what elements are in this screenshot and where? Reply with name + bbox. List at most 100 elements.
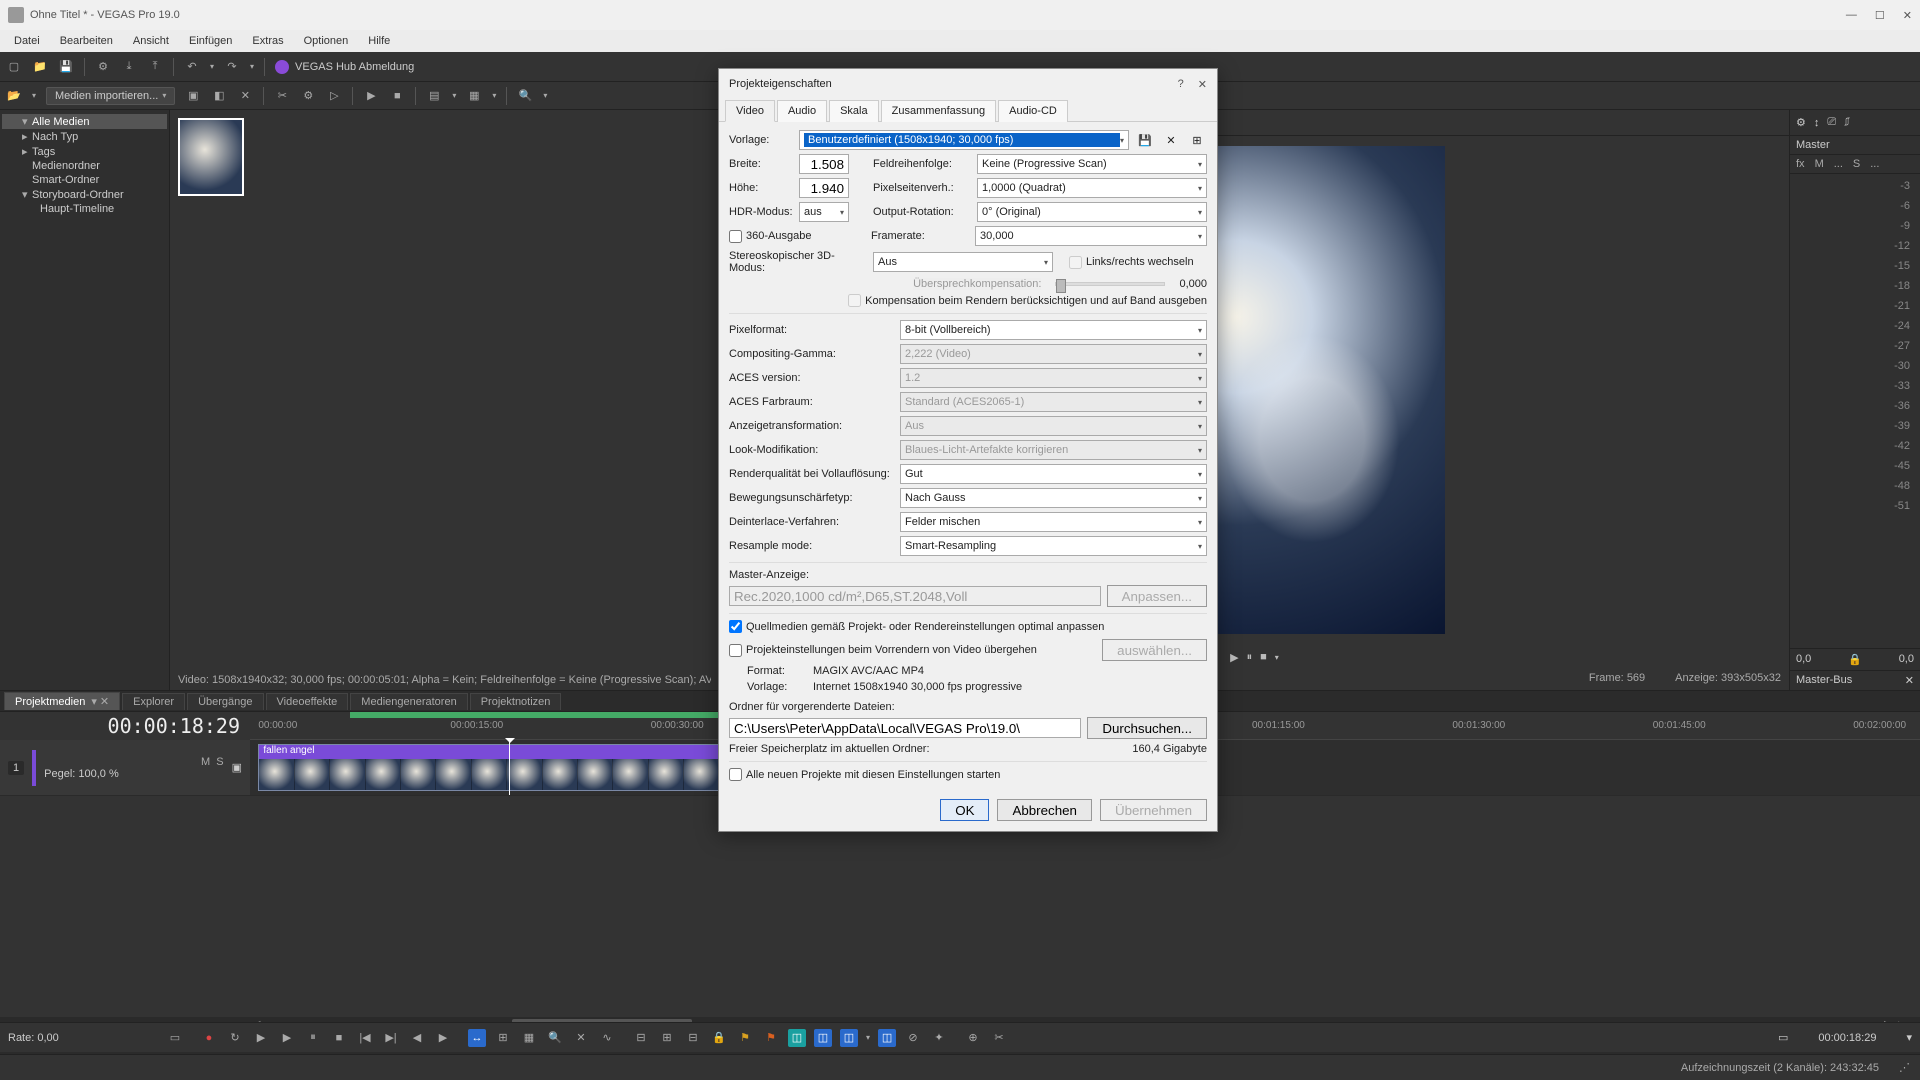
open-icon[interactable]: 📁 — [32, 59, 48, 75]
pause-icon[interactable]: ⏸ — [1247, 651, 1253, 664]
stop-icon[interactable]: ■ — [389, 88, 405, 104]
stereo3d-select[interactable]: Aus▾ — [873, 252, 1053, 272]
chevron-down-icon[interactable]: ▾ — [543, 91, 547, 100]
menu-hilfe[interactable]: Hilfe — [360, 33, 398, 49]
folder-tree-icon[interactable]: 📂 — [6, 88, 22, 104]
rotation-select[interactable]: 0° (Original)▾ — [977, 202, 1207, 222]
ignore-icon[interactable]: ⊘ — [904, 1029, 922, 1047]
remove-icon[interactable]: ✕ — [237, 88, 253, 104]
menu-bearbeiten[interactable]: Bearbeiten — [52, 33, 121, 49]
auto-crossfade-icon[interactable]: ◫ — [788, 1029, 806, 1047]
timecode-display[interactable]: 00:00:18:29 — [108, 714, 240, 738]
width-input[interactable] — [799, 154, 849, 174]
chevron-down-icon[interactable]: ▾ — [866, 1033, 870, 1042]
upload-icon[interactable]: ⤒ — [147, 59, 163, 75]
render-quality-select[interactable]: Gut▾ — [900, 464, 1207, 484]
envelope-icon[interactable]: ∿ — [598, 1029, 616, 1047]
chevron-down-icon[interactable]: ▾ — [492, 91, 496, 100]
snap-offset-icon[interactable]: ⊞ — [658, 1029, 676, 1047]
lock-icon[interactable]: 🔒 — [1848, 653, 1862, 666]
capture-icon[interactable]: ▣ — [185, 88, 201, 104]
menu-optionen[interactable]: Optionen — [296, 33, 357, 49]
help-icon[interactable]: ? — [1178, 78, 1184, 91]
undo-icon[interactable]: ↶ — [184, 59, 200, 75]
view-list-icon[interactable]: ▤ — [426, 88, 442, 104]
browse-button[interactable]: Durchsuchen... — [1087, 717, 1207, 739]
tab-video[interactable]: Video — [725, 100, 775, 122]
maximize-icon[interactable]: ☐ — [1875, 9, 1885, 22]
tab-audio-cd[interactable]: Audio-CD — [998, 100, 1068, 122]
record-icon[interactable]: ● — [200, 1029, 218, 1047]
play-icon[interactable]: ▶ — [278, 1029, 296, 1047]
delete-template-icon[interactable]: ✕ — [1161, 130, 1181, 150]
more-icon[interactable]: ... — [1870, 158, 1879, 170]
mixer-insert-icon[interactable]: ↕ — [1814, 117, 1820, 129]
chevron-down-icon[interactable]: ▾ — [210, 62, 214, 71]
tab-projektmedien[interactable]: Projektmedien▾ ✕ — [4, 692, 120, 710]
pause-icon[interactable]: ⏸ — [304, 1029, 322, 1047]
cancel-button[interactable]: Abbrechen — [997, 799, 1091, 821]
menu-ansicht[interactable]: Ansicht — [125, 33, 177, 49]
minimize-icon[interactable]: — — [1846, 9, 1857, 22]
menu-datei[interactable]: Datei — [6, 33, 48, 49]
framerate-select[interactable]: 30,000▾ — [975, 226, 1207, 246]
auto-ripple-icon[interactable]: ⊟ — [684, 1029, 702, 1047]
tab-uebergaenge[interactable]: Übergänge — [187, 693, 263, 710]
mute-button[interactable]: M — [1815, 158, 1824, 170]
mixer-settings-icon[interactable]: ⚙ — [1796, 116, 1806, 129]
search-icon[interactable]: 🔍 — [517, 88, 533, 104]
region-icon[interactable]: ⚑ — [762, 1029, 780, 1047]
motion-blur-select[interactable]: Nach Gauss▾ — [900, 488, 1207, 508]
tab-close-icon[interactable]: ▾ ✕ — [91, 696, 109, 708]
play-icon[interactable]: ▶ — [1230, 651, 1238, 664]
scrub-icon[interactable]: ▭ — [166, 1029, 184, 1047]
view-thumb-icon[interactable]: ▦ — [466, 88, 482, 104]
get-media-icon[interactable]: ◧ — [211, 88, 227, 104]
tab-audio[interactable]: Audio — [777, 100, 827, 122]
tab-skala[interactable]: Skala — [829, 100, 879, 122]
cancel-icon[interactable]: ✕ — [572, 1029, 590, 1047]
tree-item[interactable]: Smart-Ordner — [2, 173, 167, 187]
more-icon[interactable]: ... — [1834, 158, 1843, 170]
go-start-icon[interactable]: |◀ — [356, 1029, 374, 1047]
normal-edit-icon[interactable]: ↔ — [468, 1029, 486, 1047]
chevron-down-icon[interactable]: ▾ — [452, 91, 456, 100]
fx-icon[interactable]: ▷ — [326, 88, 342, 104]
tab-mediengeneratoren[interactable]: Mediengeneratoren — [350, 693, 467, 710]
chevron-down-icon[interactable]: ▾ — [32, 91, 36, 100]
output-360-checkbox[interactable]: 360-Ausgabe — [729, 230, 847, 243]
vegas-hub-button[interactable]: VEGAS Hub Abmeldung — [275, 60, 414, 74]
menu-einfuegen[interactable]: Einfügen — [181, 33, 240, 49]
deinterlace-select[interactable]: Felder mischen▾ — [900, 512, 1207, 532]
tree-storyboard-main[interactable]: Haupt-Timeline — [2, 202, 167, 216]
save-template-icon[interactable]: 💾 — [1135, 130, 1155, 150]
fx-label[interactable]: fx — [1796, 158, 1805, 170]
tree-item[interactable]: ▸Tags — [2, 144, 167, 159]
tab-projektnotizen[interactable]: Projektnotizen — [470, 693, 562, 710]
tab-zusammenfassung[interactable]: Zusammenfassung — [881, 100, 997, 122]
import-media-button[interactable]: Medien importieren... ▾ — [46, 87, 175, 105]
properties-icon[interactable]: ⚙ — [300, 88, 316, 104]
mute-button[interactable]: M — [201, 756, 210, 768]
solo-button[interactable]: S — [1853, 158, 1860, 170]
par-select[interactable]: 1,0000 (Quadrat)▾ — [977, 178, 1207, 198]
playhead[interactable] — [509, 740, 510, 795]
marker-icon[interactable]: ⚑ — [736, 1029, 754, 1047]
solo-button[interactable]: S — [216, 756, 223, 768]
add-missing-icon[interactable]: ⊕ — [964, 1029, 982, 1047]
prerender-override-checkbox[interactable]: Projekteinstellungen beim Vorrendern von… — [729, 644, 1037, 657]
pixelformat-select[interactable]: 8-bit (Vollbereich)▾ — [900, 320, 1207, 340]
track-header[interactable]: 1 M S Pegel: 100,0 % ▣ — [0, 740, 250, 795]
redo-icon[interactable]: ↷ — [224, 59, 240, 75]
close-icon[interactable]: ✕ — [1198, 78, 1207, 91]
quantize-icon[interactable]: ◫ — [814, 1029, 832, 1047]
chevron-down-icon[interactable]: ▾ — [1275, 653, 1279, 662]
hdr-select[interactable]: aus▾ — [799, 202, 849, 222]
close-icon[interactable]: ✕ — [1905, 674, 1914, 687]
prev-frame-icon[interactable]: ◀ — [408, 1029, 426, 1047]
start-all-checkbox[interactable]: Alle neuen Projekte mit diesen Einstellu… — [729, 768, 1207, 781]
tree-all-media[interactable]: ▾Alle Medien — [2, 114, 167, 129]
lock-icon[interactable]: 🔒 — [710, 1029, 728, 1047]
render-icon[interactable]: ⤓ — [121, 59, 137, 75]
trim-icon[interactable]: ✂ — [990, 1029, 1008, 1047]
